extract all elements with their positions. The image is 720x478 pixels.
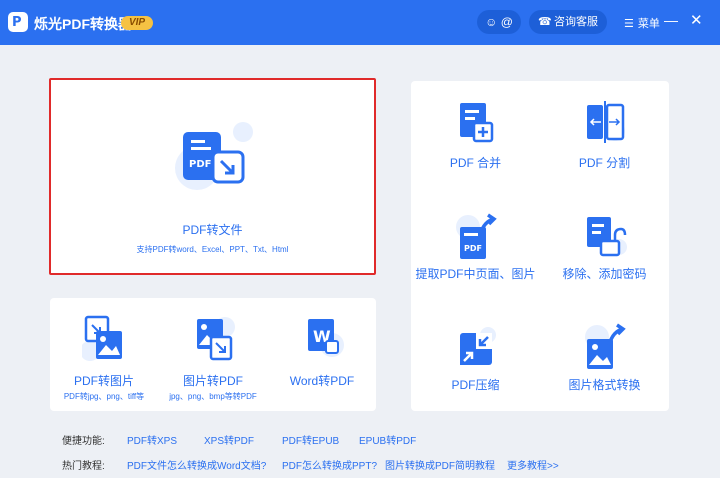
tutorial-pdf-to-word-link[interactable]: PDF文件怎么转换成Word文档?: [127, 457, 266, 472]
pdf-merge-icon: [460, 103, 494, 143]
pdf-to-file-subtitle: 支持PDF转word、Excel、PPT、Txt、Html: [136, 245, 289, 254]
pdf-to-image-icon: [82, 315, 122, 361]
close-button[interactable]: ✕: [690, 11, 703, 29]
pdf-to-file-icon: PDF: [175, 122, 253, 190]
svg-text:PDF: PDF: [189, 159, 211, 170]
quick-functions-label: 便捷功能:: [62, 436, 105, 447]
pdf-to-file-card[interactable]: PDF PDF转文件 支持PDF转word、Excel、PPT、Txt、Html: [49, 78, 376, 275]
user-account-button[interactable]: ☺ @: [477, 10, 521, 34]
image-to-pdf-subtitle: jpg、png、bmp等转PDF: [169, 392, 257, 401]
tutorial-pdf-to-ppt-link[interactable]: PDF怎么转换成PPT?: [282, 457, 377, 472]
pdf-to-image-title: PDF转图片: [73, 374, 134, 388]
extract-pages-tool[interactable]: PDF 提取PDF中页面、图片: [411, 191, 540, 301]
xps-to-pdf-link[interactable]: XPS转PDF: [204, 432, 254, 447]
svg-text:PDF: PDF: [464, 244, 482, 253]
headset-icon: ☎: [538, 16, 552, 28]
menu-label: 菜单: [637, 18, 660, 30]
vip-badge[interactable]: VIP: [121, 16, 153, 30]
pdf-to-file-title: PDF转文件: [182, 223, 243, 237]
pdf-merge-tool[interactable]: PDF 合并: [411, 81, 540, 191]
word-to-pdf-title: Word转PDF: [289, 374, 355, 388]
pdf-split-tool[interactable]: PDF 分割: [540, 81, 669, 191]
extract-pages-title: 提取PDF中页面、图片: [415, 267, 536, 281]
extract-pages-icon: PDF: [456, 213, 497, 259]
word-to-pdf-icon: W: [308, 319, 344, 357]
more-tutorials-link[interactable]: 更多教程>>: [507, 457, 559, 472]
tutorials-label: 热门教程:: [62, 461, 105, 472]
tutorial-image-to-pdf-link[interactable]: 图片转换成PDF简明教程: [385, 457, 495, 472]
image-to-pdf-tool[interactable]: 图片转PDF jpg、png、bmp等转PDF: [159, 298, 267, 411]
pdf-to-image-tool[interactable]: PDF转图片 PDF转jpg、png、tiff等: [50, 298, 158, 411]
password-tool[interactable]: 移除、添加密码: [540, 191, 669, 301]
title-bar: P 烁光PDF转换器 VIP ☺ @ ☎ 咨询客服 ☰ 菜单 — ✕: [0, 0, 720, 45]
pdf-to-xps-link[interactable]: PDF转XPS: [127, 432, 177, 447]
password-title: 移除、添加密码: [562, 267, 647, 281]
pdf-split-icon: [587, 101, 625, 143]
pdf-split-title: PDF 分割: [578, 156, 631, 170]
user-icon: ☺: [485, 15, 498, 29]
logo-letter: P: [12, 15, 22, 30]
pdf-to-epub-link[interactable]: PDF转EPUB: [282, 432, 339, 447]
word-to-pdf-tool[interactable]: W Word转PDF: [268, 298, 376, 411]
image-convert-title: 图片格式转换: [568, 378, 641, 392]
pdf-tools-card: PDF 合并 PDF 分割 PDF 提取PDF中页面、图片 移除、添加密码 PD…: [411, 81, 669, 411]
image-convert-tool[interactable]: 图片格式转换: [540, 301, 669, 411]
app-title: 烁光PDF转换器: [34, 16, 132, 32]
customer-service-button[interactable]: ☎ 咨询客服: [529, 10, 607, 34]
user-button-label: @: [500, 15, 513, 29]
epub-to-pdf-link[interactable]: EPUB转PDF: [359, 432, 416, 447]
lock-icon: [587, 217, 627, 257]
conversion-tools-card: PDF转图片 PDF转jpg、png、tiff等 图片转PDF jpg、png、…: [50, 298, 376, 411]
minimize-button[interactable]: —: [664, 12, 678, 28]
compress-icon: [460, 327, 496, 365]
pdf-merge-title: PDF 合并: [449, 156, 502, 170]
pdf-compress-tool[interactable]: PDF压缩: [411, 301, 540, 411]
pdf-compress-title: PDF压缩: [451, 378, 500, 392]
image-convert-icon: [585, 323, 626, 369]
pdf-to-image-subtitle: PDF转jpg、png、tiff等: [63, 392, 145, 401]
menu-button[interactable]: ☰ 菜单: [624, 15, 660, 31]
image-to-pdf-icon: [197, 317, 235, 361]
menu-icon: ☰: [624, 18, 634, 30]
image-to-pdf-title: 图片转PDF: [182, 374, 243, 388]
app-logo-icon: P: [8, 12, 28, 32]
customer-service-label: 咨询客服: [554, 16, 598, 28]
